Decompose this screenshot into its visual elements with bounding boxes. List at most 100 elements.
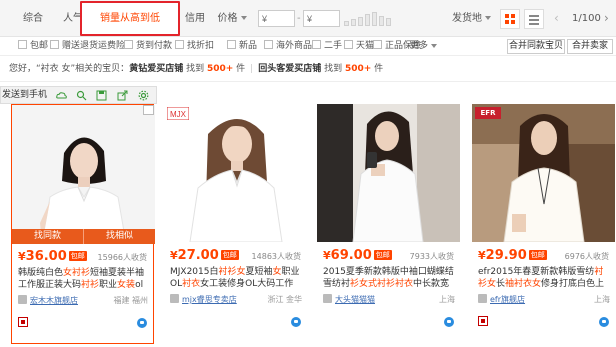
chevron-down-icon (240, 16, 247, 20)
more-filters-button[interactable]: 更多 (410, 39, 438, 54)
sort-bar: 综合 人气 销量从高到低 信用 价格 - 发货地 ‹ 1/100 › (0, 0, 616, 37)
shop-icon (170, 294, 179, 303)
tmall-icon (18, 317, 28, 327)
product-title[interactable]: efr2015年春夏新款韩版雪纺衬衫女长袖衬衣女修身打底白色上衣 (478, 266, 610, 290)
save-icon[interactable] (96, 90, 107, 101)
wangwang-chat-icon[interactable] (291, 317, 301, 327)
location: 浙江 金华 (267, 295, 302, 304)
tab-credit[interactable]: 信用 (180, 0, 210, 37)
filter-secondhand[interactable]: 二手 (312, 40, 342, 53)
product-hover-actions: 找同款 找相似 (12, 229, 155, 244)
sales-count: 14863人收货 (251, 252, 301, 261)
checkbox[interactable] (264, 40, 273, 49)
product-price: ¥36.00 包邮 (18, 249, 87, 264)
find-same-button[interactable]: 找同款 (12, 229, 83, 244)
share-icon[interactable] (117, 90, 128, 101)
tab-default[interactable]: 综合 (18, 0, 48, 37)
filter-discount[interactable]: 找折扣 (175, 40, 214, 53)
tmall-icon (478, 316, 488, 326)
ship-from-label: 发货地 (452, 13, 482, 24)
checkbox[interactable] (227, 40, 236, 49)
product-card[interactable]: ¥69.00 包邮 7933人收货 2015夏季新款韩版中袖口蝴蝶结雪纺衬衫女式衬… (317, 104, 460, 344)
cloud-icon[interactable] (56, 90, 67, 101)
filter-overseas[interactable]: 海外商品 (264, 40, 312, 53)
shop-filter-gold[interactable]: 黄钻爱买店铺 (129, 64, 183, 74)
sales-count: 7933人收货 (409, 252, 454, 261)
filter-cod[interactable]: 货到付款 (124, 40, 172, 53)
product-image[interactable] (317, 104, 460, 242)
product-title[interactable]: 韩版纯白色女衬衫短袖夏装半袖工作服正装大码衬衫职业女装ol (18, 267, 150, 291)
send-to-phone-button[interactable]: 发送到手机 (2, 87, 47, 103)
find-similar-button[interactable]: 找相似 (83, 229, 155, 244)
brand-logo: MJX (167, 107, 189, 120)
price-bar[interactable] (365, 14, 370, 26)
checkbox[interactable] (373, 40, 382, 49)
gear-icon[interactable] (138, 90, 149, 101)
product-image[interactable] (12, 105, 155, 243)
combine-sellers-button[interactable]: 合并卖家 (567, 39, 613, 54)
tab-sales-desc[interactable]: 销量从高到低 (80, 1, 180, 36)
price-bar[interactable] (351, 19, 356, 26)
combine-same-items-button[interactable]: 合并同款宝贝 (507, 39, 565, 54)
price-bar[interactable] (379, 16, 384, 26)
free-shipping-badge: 包邮 (373, 250, 392, 260)
product-title[interactable]: MJX2015白衬衫女夏短袖女职业OL衬衣女工装修身OL大码工作服职业装 (170, 266, 302, 290)
price-bar[interactable] (386, 18, 391, 26)
product-image[interactable]: EFR (472, 104, 615, 242)
list-view-button[interactable] (524, 9, 544, 29)
price-min-input[interactable] (258, 10, 295, 27)
wangwang-chat-icon[interactable] (444, 317, 454, 327)
location: 上海 (594, 295, 610, 304)
price-range-dash: - (297, 13, 301, 24)
shop-link[interactable]: 宏木木旗舰店 (18, 295, 78, 306)
product-title[interactable]: 2015夏季新款韩版中袖口蝴蝶结雪纺衬衫女式衬衫衬衣中长款宽松圆领上衣潮 (323, 266, 455, 290)
product-card[interactable]: 找同款 找相似 ¥36.00 包邮 15966人收货 韩版纯白色女衬衫短袖夏装半袖… (11, 104, 155, 344)
shop-icon (18, 295, 27, 304)
checkbox[interactable] (50, 40, 59, 49)
sales-count: 6976人收货 (564, 252, 609, 261)
free-shipping-badge: 包邮 (220, 250, 239, 260)
price-distribution-chart[interactable] (344, 12, 396, 26)
checkbox[interactable] (344, 40, 353, 49)
checkbox[interactable] (124, 40, 133, 49)
ship-from-dropdown[interactable]: 发货地 (452, 0, 491, 37)
checkbox[interactable] (312, 40, 321, 49)
wangwang-chat-icon[interactable] (599, 317, 609, 327)
shop-link[interactable]: 大头猫猫猫 (323, 294, 375, 305)
price-bar[interactable] (372, 12, 377, 26)
chevron-down-icon (485, 16, 491, 20)
floating-toolbar: 发送到手机 (0, 86, 157, 104)
location: 上海 (439, 295, 455, 304)
chevron-down-icon (431, 43, 438, 48)
free-shipping-badge: 包邮 (528, 250, 547, 260)
filter-tmall[interactable]: 天猫 (344, 40, 374, 53)
brand-logo: EFR (475, 107, 501, 119)
checkbox[interactable] (175, 40, 184, 49)
shop-icon (323, 294, 332, 303)
shop-link[interactable]: efr旗舰店 (478, 294, 525, 305)
filter-free-shipping[interactable]: 包邮 (18, 40, 48, 53)
product-price: ¥69.00 包邮 (323, 248, 392, 263)
grid-view-button[interactable] (500, 9, 520, 29)
pager-prev[interactable]: ‹ (554, 0, 559, 37)
pager-text: 1/100 (572, 13, 601, 24)
tab-price[interactable]: 价格 (212, 0, 252, 37)
checkbox[interactable] (18, 40, 27, 49)
product-card[interactable]: MJX ¥27.00 包邮 14863人收货 MJX2015白衬衫女夏短袖女职业O… (164, 104, 307, 344)
search-notice: 您好，“衬衣 女”相关的宝贝：黄钻爱买店铺 找到 500+ 件 | 回头客爱买店铺 … (0, 56, 616, 82)
product-image[interactable]: MJX (164, 104, 307, 242)
pager-next[interactable]: › (604, 0, 609, 37)
shop-link[interactable]: mjx睿思专卖店 (170, 294, 237, 305)
compare-icon[interactable] (143, 105, 154, 115)
wangwang-chat-icon[interactable] (137, 318, 147, 328)
filter-return-insurance[interactable]: 赠送退货运费险 (50, 40, 125, 53)
shop-filter-returning[interactable]: 回头客爱买店铺 (258, 64, 321, 74)
location: 福建 福州 (113, 296, 148, 305)
filter-new[interactable]: 新品 (227, 40, 257, 53)
product-card[interactable]: EFR ¥29.90 包邮 6976人收货 efr2015年春夏新款韩版雪纺衬衫女… (472, 104, 615, 344)
price-bar[interactable] (358, 17, 363, 26)
price-bar[interactable] (344, 21, 349, 26)
price-max-input[interactable] (303, 10, 340, 27)
free-shipping-badge: 包邮 (68, 251, 87, 261)
search-icon[interactable] (76, 90, 87, 101)
